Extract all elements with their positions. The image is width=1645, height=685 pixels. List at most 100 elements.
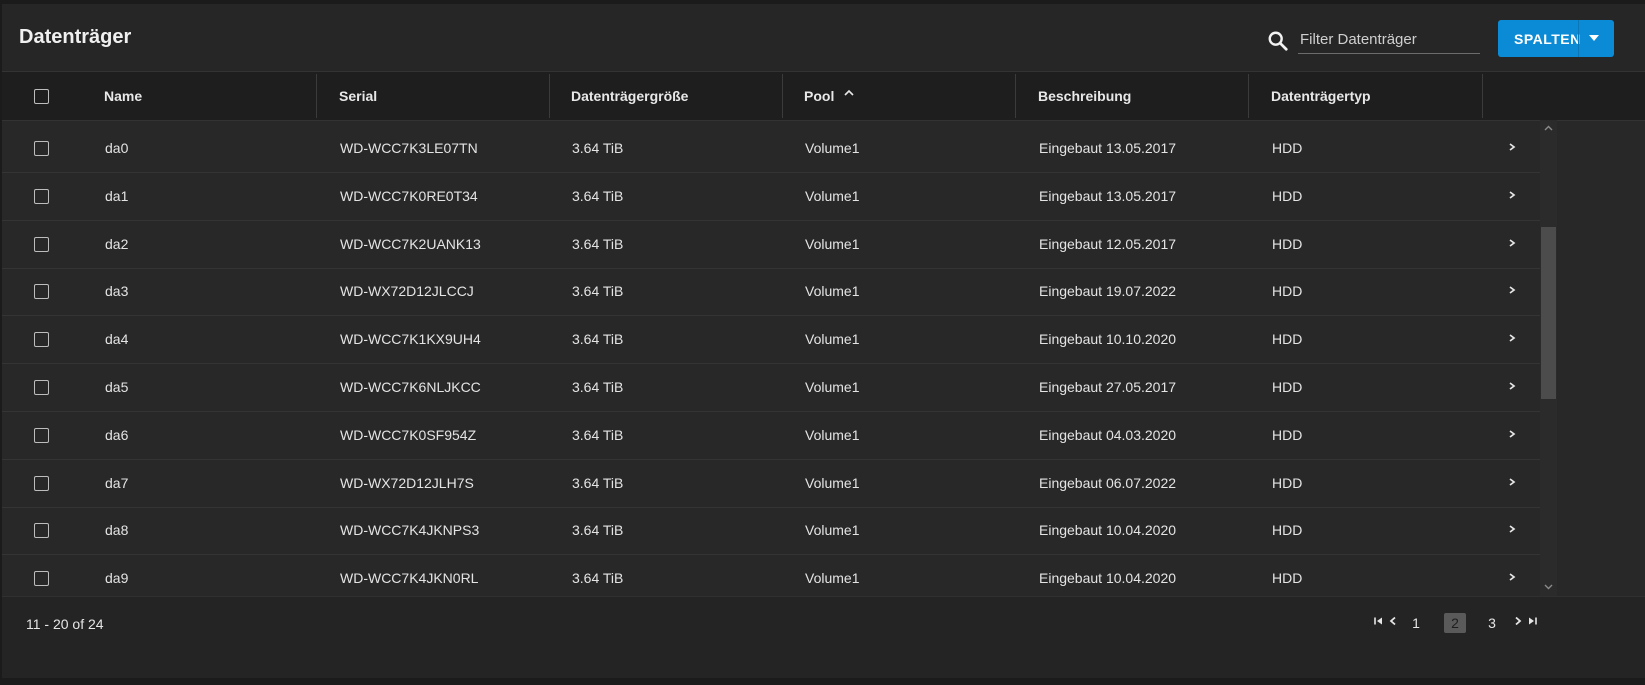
scroll-up-icon[interactable]: [1543, 124, 1554, 132]
table-row[interactable]: da8 WD-WCC7K4JKNPS3 3.64 TiB Volume1 Eingeba…: [2, 507, 1540, 556]
column-divider: [782, 74, 783, 118]
cell-serial: WD-WCC7K4JKNPS3: [340, 522, 480, 539]
cell-size: 3.64 TiB: [572, 474, 624, 491]
cell-name: da9: [105, 570, 129, 587]
cell-size: 3.64 TiB: [572, 331, 624, 348]
cell-pool: Volume1: [805, 283, 860, 300]
table-row[interactable]: da4 WD-WCC7K1KX9UH4 3.64 TiB Volume1 Eingeba…: [2, 316, 1540, 365]
cell-name: da0: [105, 140, 129, 156]
cell-name: da1: [105, 187, 129, 204]
expand-row-chevron-icon[interactable]: [1507, 428, 1517, 440]
row-checkbox[interactable]: [34, 188, 49, 204]
cell-serial: WD-WX72D12JLH7S: [340, 474, 474, 491]
table-row[interactable]: da9 WD-WCC7K4JKN0RL 3.64 TiB Volume1 Eingeba…: [2, 555, 1540, 595]
column-divider: [1015, 74, 1016, 118]
cell-description: Eingebaut 10.10.2020: [1039, 331, 1177, 348]
row-checkbox[interactable]: [34, 427, 49, 443]
card-header: Datenträger SPALTEN: [2, 4, 1645, 72]
cell-pool: Volume1: [805, 522, 860, 539]
cell-name: da8: [105, 522, 129, 539]
cell-description: Eingebaut 04.03.2020: [1039, 426, 1177, 443]
cell-description: Eingebaut 27.05.2017: [1039, 379, 1177, 395]
cell-name: da6: [105, 426, 129, 443]
scrollbar-thumb[interactable]: [1541, 227, 1556, 399]
pagination-range: 11 - 20 of 24: [26, 616, 104, 632]
row-checkbox[interactable]: [34, 141, 49, 156]
vertical-scrollbar[interactable]: [1540, 120, 1557, 596]
row-checkbox[interactable]: [34, 332, 49, 348]
expand-row-chevron-icon[interactable]: [1507, 380, 1517, 392]
page-button-2[interactable]: 2: [1444, 613, 1466, 633]
row-checkbox[interactable]: [34, 475, 49, 491]
table-footer: 11 - 20 of 24 1 2 3: [2, 596, 1645, 678]
cell-description: Eingebaut 19.07.2022: [1039, 283, 1177, 300]
cell-size: 3.64 TiB: [572, 235, 624, 252]
column-header-name[interactable]: Name: [104, 72, 142, 120]
cell-description: Eingebaut 06.07.2022: [1039, 474, 1177, 491]
expand-row-chevron-icon[interactable]: [1507, 237, 1517, 249]
last-page-icon[interactable]: [1526, 616, 1538, 626]
page-button-1[interactable]: 1: [1405, 613, 1427, 633]
cell-size: 3.64 TiB: [572, 140, 624, 156]
filter-disks-input[interactable]: [1298, 25, 1480, 54]
expand-row-chevron-icon[interactable]: [1507, 284, 1517, 296]
column-header-pool[interactable]: Pool: [804, 72, 834, 120]
cell-description: Eingebaut 12.05.2017: [1039, 235, 1177, 252]
table-row[interactable]: da2 WD-WCC7K2UANK13 3.64 TiB Volume1 Eingeba…: [2, 221, 1540, 269]
page-title: Datenträger: [19, 26, 132, 48]
button-divider: [1578, 20, 1579, 57]
columns-button[interactable]: SPALTEN: [1498, 20, 1614, 57]
select-all-checkbox[interactable]: [34, 89, 49, 104]
scroll-down-icon[interactable]: [1543, 583, 1554, 591]
row-checkbox[interactable]: [34, 236, 49, 252]
caret-down-icon[interactable]: [1589, 35, 1599, 41]
column-header-type[interactable]: Datenträgertyp: [1271, 72, 1371, 120]
column-header-description[interactable]: Beschreibung: [1038, 72, 1131, 120]
column-divider: [316, 74, 317, 118]
cell-size: 3.64 TiB: [572, 379, 624, 395]
expand-row-chevron-icon[interactable]: [1507, 571, 1517, 583]
cell-pool: Volume1: [805, 235, 860, 252]
first-page-icon[interactable]: [1373, 616, 1385, 626]
cell-pool: Volume1: [805, 331, 860, 348]
cell-serial: WD-WCC7K2UANK13: [340, 235, 481, 252]
table-row[interactable]: da5 WD-WCC7K6NLJKCC 3.64 TiB Volume1 Eingeba…: [2, 364, 1540, 412]
disks-card: Datenträger SPALTEN Name Serial Datenträ…: [2, 4, 1645, 678]
cell-pool: Volume1: [805, 379, 860, 395]
table-row[interactable]: da6 WD-WCC7K0SF954Z 3.64 TiB Volume1 Eingeba…: [2, 412, 1540, 460]
cell-size: 3.64 TiB: [572, 187, 624, 204]
cell-name: da5: [105, 379, 129, 395]
table-row[interactable]: da0 WD-WCC7K3LE07TN 3.64 TiB Volume1 Eingeba…: [2, 125, 1540, 173]
row-checkbox[interactable]: [34, 284, 49, 300]
page-button-3[interactable]: 3: [1481, 613, 1503, 633]
cell-description: Eingebaut 10.04.2020: [1039, 522, 1177, 539]
next-page-icon[interactable]: [1512, 616, 1524, 626]
sort-ascending-icon[interactable]: [843, 88, 855, 98]
search-icon: [1268, 31, 1288, 51]
columns-button-label: SPALTEN: [1514, 31, 1581, 47]
cell-serial: WD-WCC7K1KX9UH4: [340, 331, 481, 348]
table-row[interactable]: da7 WD-WX72D12JLH7S 3.64 TiB Volume1 Eingeba…: [2, 460, 1540, 508]
expand-row-chevron-icon[interactable]: [1507, 189, 1517, 201]
cell-description: Eingebaut 10.04.2020: [1039, 570, 1177, 587]
cell-serial: WD-WCC7K4JKN0RL: [340, 570, 479, 587]
expand-row-chevron-icon[interactable]: [1507, 141, 1517, 153]
column-divider: [1248, 74, 1249, 118]
expand-row-chevron-icon[interactable]: [1507, 476, 1517, 488]
table-row[interactable]: da1 WD-WCC7K0RE0T34 3.64 TiB Volume1 Eingeba…: [2, 173, 1540, 221]
column-header-serial[interactable]: Serial: [339, 72, 377, 120]
cell-serial: WD-WCC7K0RE0T34: [340, 187, 478, 204]
expand-row-chevron-icon[interactable]: [1507, 523, 1517, 535]
cell-type: HDD: [1272, 522, 1303, 539]
row-checkbox[interactable]: [34, 380, 49, 395]
table-row[interactable]: da3 WD-WX72D12JLCCJ 3.64 TiB Volume1 Eingeba…: [2, 268, 1540, 317]
row-checkbox[interactable]: [34, 523, 49, 539]
cell-pool: Volume1: [805, 426, 860, 443]
row-checkbox[interactable]: [34, 571, 49, 587]
column-header-size[interactable]: Datenträgergröße: [571, 72, 688, 120]
column-divider: [1482, 74, 1483, 118]
cell-type: HDD: [1272, 283, 1303, 300]
previous-page-icon[interactable]: [1387, 616, 1399, 626]
cell-serial: WD-WCC7K0SF954Z: [340, 426, 477, 443]
expand-row-chevron-icon[interactable]: [1507, 332, 1517, 344]
